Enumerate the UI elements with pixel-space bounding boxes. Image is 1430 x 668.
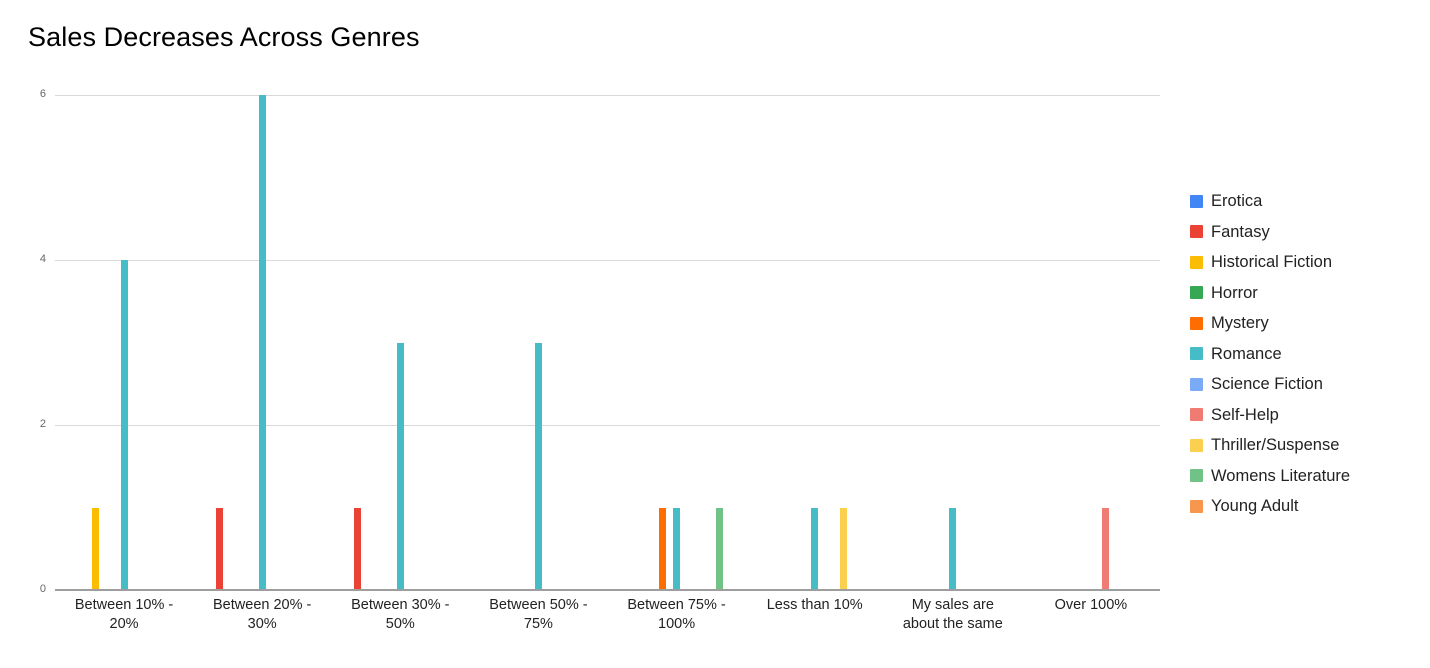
x-axis-tick-label: Between 20% - 30% [193,596,331,634]
x-axis-tick-label: My sales are about the same [884,596,1022,634]
bar[interactable] [354,508,361,591]
legend-item[interactable]: Womens Literature [1190,461,1426,492]
x-axis-tick-label: Between 10% - 20% [55,596,193,634]
bar[interactable] [949,508,956,591]
bar[interactable] [535,343,542,591]
legend-item-label: Thriller/Suspense [1211,437,1339,454]
y-axis-tick-label: 4 [8,253,46,265]
legend-item[interactable]: Mystery [1190,308,1426,339]
legend-item[interactable]: Erotica [1190,186,1426,217]
plot-area [55,95,1160,590]
bar[interactable] [216,508,223,591]
bar[interactable] [92,508,99,591]
gridline [55,260,1160,261]
gridline [55,425,1160,426]
bar[interactable] [840,508,847,591]
bar[interactable] [259,95,266,590]
x-axis-tick-label: Between 30% - 50% [331,596,469,634]
x-axis-tick-label: Less than 10% [746,596,884,615]
y-axis-tick-label: 6 [8,88,46,100]
x-axis-tick-label: Between 75% - 100% [608,596,746,634]
legend-item-label: Mystery [1211,315,1269,332]
legend-swatch-icon [1190,378,1203,391]
bar[interactable] [121,260,128,590]
legend-swatch-icon [1190,225,1203,238]
page-title: Sales Decreases Across Genres [28,22,420,53]
legend-item-label: Romance [1211,346,1282,363]
legend-item-label: Womens Literature [1211,468,1350,485]
legend-swatch-icon [1190,286,1203,299]
legend-item-label: Science Fiction [1211,376,1323,393]
bar[interactable] [673,508,680,591]
y-axis-tick-label: 0 [8,583,46,595]
chart-legend: Erotica Fantasy Historical Fiction Horror My… [1190,186,1426,522]
legend-item-label: Horror [1211,285,1258,302]
legend-swatch-icon [1190,439,1203,452]
legend-swatch-icon [1190,317,1203,330]
legend-item[interactable]: Horror [1190,278,1426,309]
x-axis: Between 10% - 20%Between 20% - 30%Betwee… [55,596,1160,656]
legend-item-label: Young Adult [1211,498,1298,515]
legend-swatch-icon [1190,408,1203,421]
legend-swatch-icon [1190,469,1203,482]
gridline [55,95,1160,96]
y-axis-tick-label: 2 [8,418,46,430]
chart-container: Sales Decreases Across Genres 0 2 4 6 Betwe… [0,0,1430,668]
legend-item[interactable]: Science Fiction [1190,369,1426,400]
legend-swatch-icon [1190,500,1203,513]
x-axis-tick-label: Between 50% - 75% [469,596,607,634]
legend-item-label: Historical Fiction [1211,254,1332,271]
legend-swatch-icon [1190,195,1203,208]
bar[interactable] [397,343,404,591]
legend-item-label: Fantasy [1211,224,1270,241]
x-axis-tick-label: Over 100% [1022,596,1160,615]
legend-item[interactable]: Young Adult [1190,491,1426,522]
legend-item-label: Self-Help [1211,407,1279,424]
legend-item[interactable]: Fantasy [1190,217,1426,248]
legend-item[interactable]: Historical Fiction [1190,247,1426,278]
legend-item[interactable]: Thriller/Suspense [1190,430,1426,461]
legend-item[interactable]: Self-Help [1190,400,1426,431]
legend-item[interactable]: Romance [1190,339,1426,370]
legend-item-label: Erotica [1211,193,1262,210]
bar[interactable] [811,508,818,591]
x-axis-line [55,589,1160,591]
bar[interactable] [659,508,666,591]
y-axis: 0 2 4 6 [0,0,55,668]
legend-swatch-icon [1190,256,1203,269]
bar[interactable] [716,508,723,591]
legend-swatch-icon [1190,347,1203,360]
bar[interactable] [1102,508,1109,591]
